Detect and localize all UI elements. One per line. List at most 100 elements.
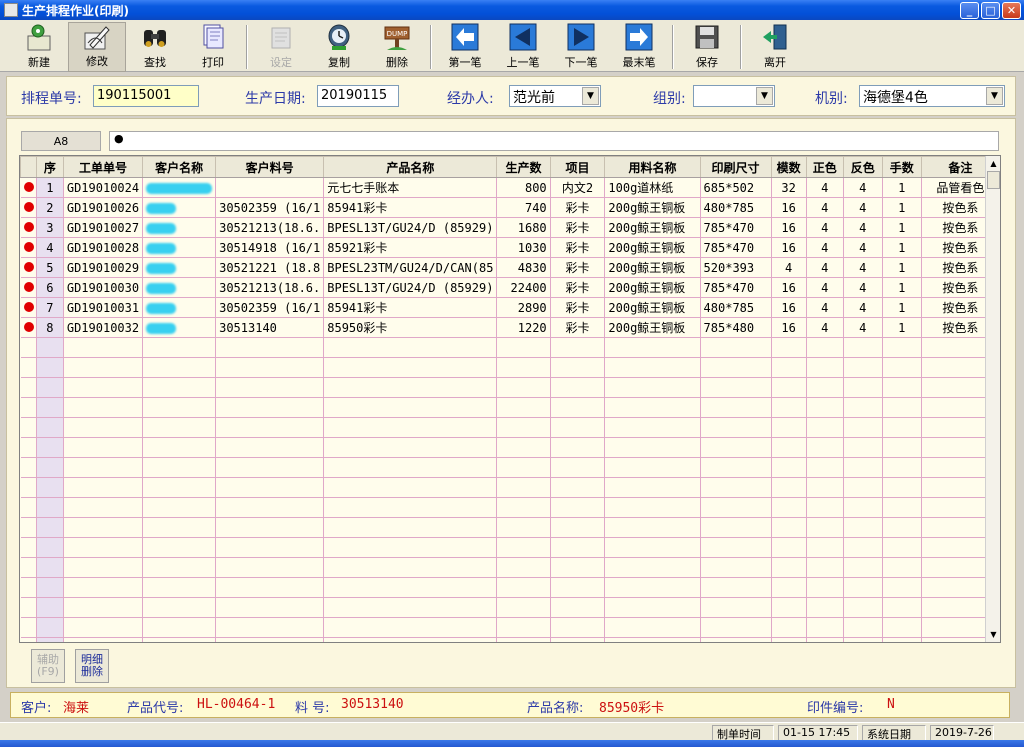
table-cell[interactable]: 100g道林纸 (604, 177, 701, 198)
table-cell[interactable]: 1 (882, 177, 922, 198)
table-cell[interactable]: 1 (882, 277, 922, 298)
table-cell[interactable] (142, 197, 217, 218)
table-cell[interactable] (323, 397, 498, 418)
copy-button[interactable]: 复制 (310, 22, 368, 72)
table-cell[interactable]: 1220 (496, 317, 551, 338)
table-cell[interactable] (843, 397, 883, 418)
table-cell[interactable]: 685*502 (700, 177, 772, 198)
table-cell[interactable]: 元七七手账本 (323, 177, 498, 198)
table-cell[interactable] (604, 597, 701, 618)
table-cell[interactable] (36, 457, 64, 478)
table-cell[interactable] (700, 337, 772, 358)
table-cell[interactable] (843, 537, 883, 558)
handler-select[interactable]: 范光前 ▼ (509, 85, 601, 107)
table-cell[interactable] (36, 517, 64, 538)
table-cell[interactable] (215, 537, 325, 558)
table-cell[interactable]: 4 (36, 237, 64, 258)
first-record-button[interactable]: 第一笔 (436, 22, 494, 72)
table-cell[interactable]: 30513140 (215, 317, 325, 338)
table-cell[interactable] (550, 597, 606, 618)
table-cell[interactable] (496, 617, 551, 638)
table-cell[interactable] (700, 357, 772, 378)
table-cell[interactable] (496, 557, 551, 578)
table-cell[interactable] (36, 417, 64, 438)
table-cell[interactable]: GD19010029 (63, 257, 144, 278)
table-cell[interactable] (36, 377, 64, 398)
table-cell[interactable] (142, 597, 217, 618)
next-record-button[interactable]: 下一笔 (552, 22, 610, 72)
table-cell[interactable] (843, 377, 883, 398)
assist-button[interactable]: 辅助 (F9) (31, 649, 65, 683)
table-cell[interactable] (700, 377, 772, 398)
scroll-thumb[interactable] (987, 171, 1000, 189)
table-cell[interactable] (806, 437, 844, 458)
table-cell[interactable] (771, 497, 807, 518)
table-cell[interactable] (142, 297, 217, 318)
table-cell[interactable] (604, 637, 701, 642)
table-cell[interactable]: 彩卡 (550, 277, 606, 298)
table-cell[interactable] (550, 457, 606, 478)
table-cell[interactable] (550, 437, 606, 458)
table-cell[interactable] (882, 577, 922, 598)
table-cell[interactable]: 200g鲸王铜板 (604, 197, 701, 218)
scroll-up-icon[interactable]: ▲ (986, 156, 1000, 171)
table-cell[interactable] (882, 357, 922, 378)
table-cell[interactable] (604, 417, 701, 438)
table-row[interactable]: 4 GD19010028 30514918 (16/1 85921彩卡 1030 彩卡 20… (20, 237, 1000, 258)
table-cell[interactable] (215, 177, 325, 198)
table-cell[interactable]: 30502359 (16/1 (215, 197, 325, 218)
table-cell[interactable] (323, 377, 498, 398)
table-cell[interactable] (700, 397, 772, 418)
table-cell[interactable]: 16 (771, 197, 807, 218)
table-cell[interactable] (882, 597, 922, 618)
table-cell[interactable]: BPESL23TM/GU24/D/CAN(85 (323, 257, 498, 278)
table-cell[interactable]: 4 (806, 177, 844, 198)
table-cell[interactable] (323, 497, 498, 518)
table-cell[interactable] (63, 457, 144, 478)
table-cell[interactable] (843, 357, 883, 378)
table-cell[interactable] (771, 437, 807, 458)
table-cell[interactable] (323, 537, 498, 558)
table-row[interactable] (20, 537, 1000, 558)
table-cell[interactable]: 5 (36, 257, 64, 278)
table-cell[interactable] (550, 477, 606, 498)
table-cell[interactable] (36, 437, 64, 458)
table-cell[interactable] (604, 497, 701, 518)
table-cell[interactable] (142, 637, 217, 642)
table-cell[interactable]: 32 (771, 177, 807, 198)
table-cell[interactable]: 200g鲸王铜板 (604, 297, 701, 318)
table-cell[interactable]: 1 (882, 317, 922, 338)
chevron-down-icon[interactable]: ▼ (986, 87, 1003, 105)
schedule-no-field[interactable]: 190115001 (93, 85, 199, 107)
chevron-down-icon[interactable]: ▼ (582, 87, 599, 105)
table-row[interactable] (20, 477, 1000, 498)
table-cell[interactable] (142, 177, 217, 198)
table-cell[interactable] (806, 477, 844, 498)
table-cell[interactable] (700, 497, 772, 518)
column-header[interactable]: 模数 (770, 156, 807, 178)
table-cell[interactable] (806, 497, 844, 518)
table-cell[interactable]: 22400 (496, 277, 551, 298)
table-cell[interactable] (843, 337, 883, 358)
table-cell[interactable] (323, 337, 498, 358)
table-cell[interactable] (550, 537, 606, 558)
table-cell[interactable] (550, 517, 606, 538)
table-row[interactable]: 3 GD19010027 30521213(18.6. BPESL13T/GU24/D… (20, 217, 1000, 238)
table-cell[interactable] (550, 337, 606, 358)
table-cell[interactable]: 4 (843, 277, 883, 298)
table-row[interactable]: 6 GD19010030 30521213(18.6. BPESL13T/GU24/D… (20, 277, 1000, 298)
table-row[interactable] (20, 517, 1000, 538)
table-cell[interactable]: 785*470 (700, 217, 772, 238)
table-cell[interactable] (215, 497, 325, 518)
table-cell[interactable]: 4 (843, 237, 883, 258)
table-cell[interactable]: 8 (36, 317, 64, 338)
table-row[interactable] (20, 397, 1000, 418)
table-cell[interactable] (323, 417, 498, 438)
table-cell[interactable] (700, 637, 772, 642)
table-cell[interactable] (496, 637, 551, 642)
table-cell[interactable] (882, 517, 922, 538)
table-cell[interactable]: BPESL13T/GU24/D (85929) (323, 277, 498, 298)
table-cell[interactable]: 1 (882, 237, 922, 258)
table-cell[interactable] (323, 517, 498, 538)
table-cell[interactable]: 4 (806, 297, 844, 318)
